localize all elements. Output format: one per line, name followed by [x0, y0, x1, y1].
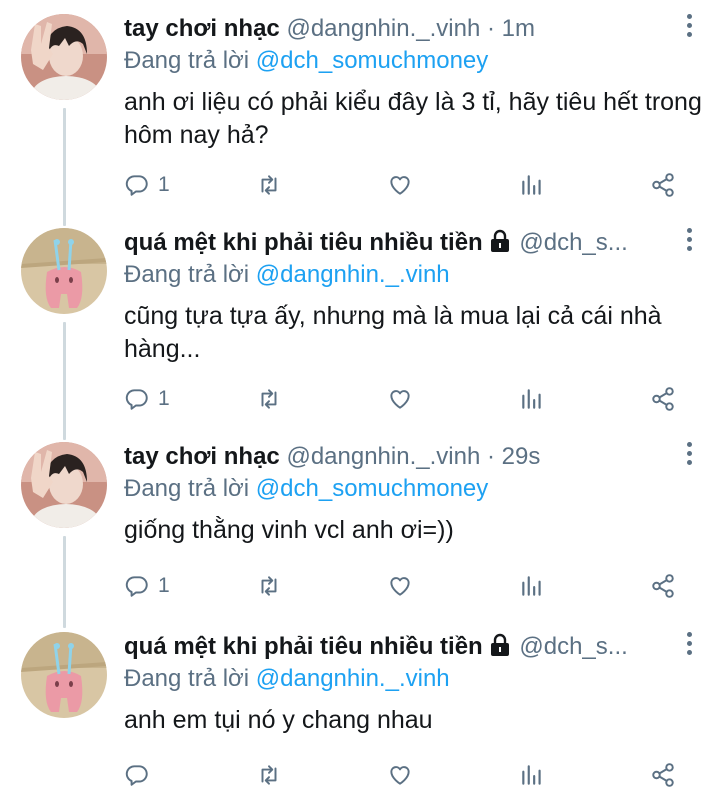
share-button[interactable]: [650, 165, 676, 205]
lock-icon: [490, 229, 509, 252]
share-icon: [652, 173, 674, 197]
tweet-header: tay chơi nhạc @dangnhin._.vinh · 29s: [124, 440, 672, 474]
reply-button[interactable]: [124, 755, 158, 795]
avatar-illustration: [21, 632, 107, 718]
share-button[interactable]: [650, 755, 676, 795]
mention-link[interactable]: @dch_somuchmoney: [256, 47, 488, 74]
avatar-photo: [21, 442, 107, 528]
reply-button[interactable]: 1: [124, 566, 170, 606]
display-name[interactable]: quá mệt khi phải tiêu nhiều tiền: [124, 633, 483, 660]
avatar[interactable]: [21, 14, 107, 100]
tweet[interactable]: quá mệt khi phải tiêu nhiều tiền @dch_s.…: [0, 618, 720, 803]
share-icon: [652, 574, 674, 598]
separator: ·: [486, 15, 495, 42]
retweet-icon: [261, 576, 277, 596]
replying-to-label: Đang trả lời: [124, 47, 250, 74]
reply-count: 1: [158, 387, 170, 410]
retweet-button[interactable]: [256, 566, 282, 606]
avatar[interactable]: [21, 228, 107, 314]
replying-to-label: Đang trả lời: [124, 665, 250, 692]
heart-icon: [390, 176, 410, 195]
analytics-icon: [522, 389, 541, 409]
replying-to-label: Đang trả lời: [124, 475, 250, 502]
display-name[interactable]: tay chơi nhạc: [124, 443, 280, 470]
analytics-button[interactable]: [519, 165, 545, 205]
reply-icon: [125, 389, 148, 410]
heart-icon: [390, 766, 410, 785]
display-name[interactable]: quá mệt khi phải tiêu nhiều tiền: [124, 229, 483, 256]
tweet-header: quá mệt khi phải tiêu nhiều tiền @dch_s.…: [124, 226, 672, 260]
like-button[interactable]: [387, 755, 413, 795]
replying-to: Đang trả lời @dch_somuchmoney: [124, 472, 488, 506]
tweet-text: giống thằng vinh vcl anh ơi=)): [124, 516, 454, 544]
analytics-icon: [522, 175, 541, 195]
tweet-text: anh ơi liệu có phải kiểu đây là 3 tỉ, hã…: [124, 88, 702, 149]
tweet[interactable]: tay chơi nhạc @dangnhin._.vinh · 29s Đan…: [0, 428, 720, 618]
analytics-icon: [522, 765, 541, 785]
retweet-icon: [261, 389, 277, 409]
retweet-icon: [261, 175, 277, 195]
share-button[interactable]: [650, 379, 676, 419]
analytics-button[interactable]: [519, 566, 545, 606]
share-icon: [652, 763, 674, 787]
retweet-button[interactable]: [256, 755, 282, 795]
lock-icon: [490, 633, 509, 656]
reply-count: 1: [158, 173, 170, 196]
analytics-button[interactable]: [519, 755, 545, 795]
heart-icon: [390, 577, 410, 596]
more-icon[interactable]: [684, 632, 694, 662]
reply-icon: [125, 576, 148, 597]
tweet-text: anh em tụi nó y chang nhau: [124, 706, 433, 734]
mention-link[interactable]: @dangnhin._.vinh: [256, 665, 450, 692]
more-icon[interactable]: [684, 14, 694, 44]
more-icon[interactable]: [684, 442, 694, 472]
like-button[interactable]: [387, 566, 413, 606]
display-name[interactable]: tay chơi nhạc: [124, 15, 280, 42]
avatar-photo: [21, 14, 107, 100]
reply-button[interactable]: 1: [124, 165, 170, 205]
replying-to: Đang trả lời @dch_somuchmoney: [124, 44, 488, 78]
retweet-button[interactable]: [256, 165, 282, 205]
share-button[interactable]: [650, 566, 676, 606]
avatar-illustration: [21, 228, 107, 314]
replying-to-label: Đang trả lời: [124, 261, 250, 288]
retweet-icon: [261, 765, 277, 785]
tweet-text: cũng tựa tựa ấy, nhưng mà là mua lại cả …: [124, 302, 662, 363]
action-bar: 1: [0, 566, 720, 606]
reply-icon: [125, 765, 148, 786]
separator: ·: [486, 443, 495, 470]
tweet-header: tay chơi nhạc @dangnhin._.vinh · 1m: [124, 12, 672, 46]
reply-icon: [125, 175, 148, 196]
mention-link[interactable]: @dangnhin._.vinh: [256, 261, 450, 288]
action-bar: 1: [0, 165, 720, 205]
tweet[interactable]: tay chơi nhạc @dangnhin._.vinh · 1m Đang…: [0, 0, 720, 215]
action-bar: [0, 755, 720, 795]
reply-button[interactable]: 1: [124, 379, 170, 419]
more-icon[interactable]: [684, 228, 694, 258]
replying-to: Đang trả lời @dangnhin._.vinh: [124, 258, 450, 292]
like-button[interactable]: [387, 379, 413, 419]
share-icon: [652, 387, 674, 411]
mention-link[interactable]: @dch_somuchmoney: [256, 475, 488, 502]
action-bar: 1: [0, 379, 720, 419]
retweet-button[interactable]: [256, 379, 282, 419]
heart-icon: [390, 390, 410, 409]
user-handle[interactable]: @dangnhin._.vinh: [286, 443, 480, 470]
analytics-icon: [522, 576, 541, 596]
timestamp[interactable]: 29s: [502, 443, 541, 470]
reply-count: 1: [158, 574, 170, 597]
user-handle[interactable]: @dch_s...: [519, 229, 627, 256]
timestamp[interactable]: 1m: [502, 15, 535, 42]
replying-to: Đang trả lời @dangnhin._.vinh: [124, 662, 450, 696]
like-button[interactable]: [387, 165, 413, 205]
user-handle[interactable]: @dangnhin._.vinh: [286, 15, 480, 42]
avatar[interactable]: [21, 632, 107, 718]
tweet[interactable]: quá mệt khi phải tiêu nhiều tiền @dch_s.…: [0, 214, 720, 429]
tweet-header: quá mệt khi phải tiêu nhiều tiền @dch_s.…: [124, 630, 672, 664]
user-handle[interactable]: @dch_s...: [519, 633, 627, 660]
avatar[interactable]: [21, 442, 107, 528]
analytics-button[interactable]: [519, 379, 545, 419]
